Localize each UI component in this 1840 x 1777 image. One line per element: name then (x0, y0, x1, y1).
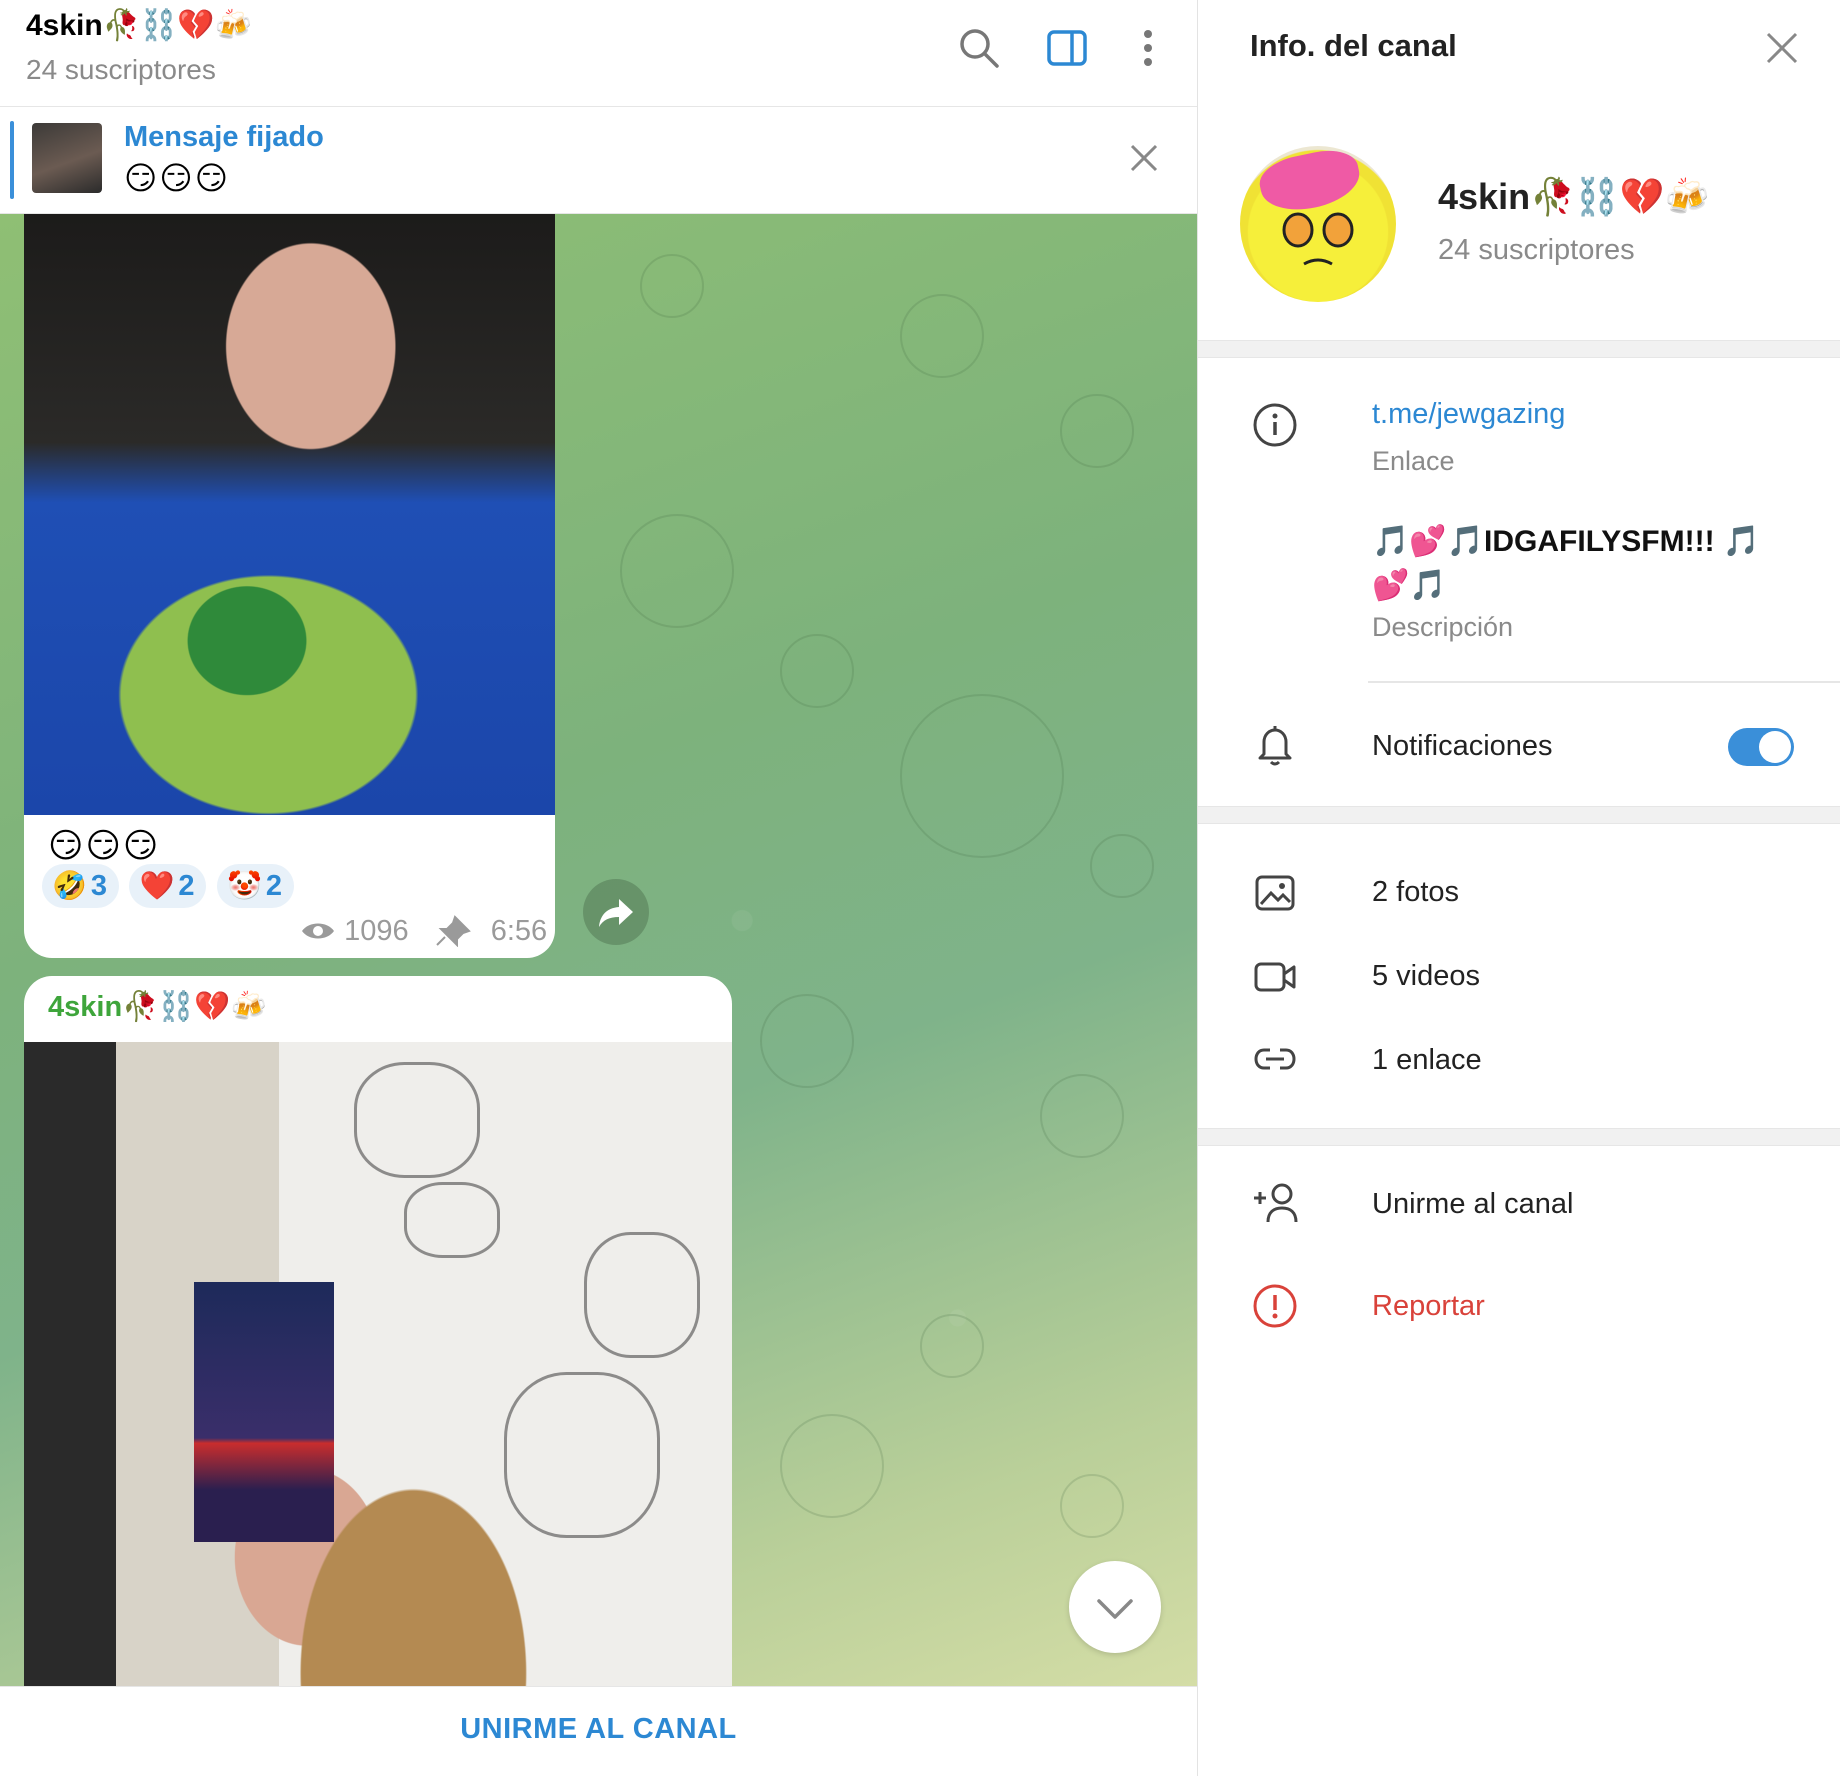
report-item[interactable]: Reportar (1372, 1290, 1485, 1323)
pinned-thumbnail (32, 123, 102, 193)
more-vertical-icon[interactable] (1124, 24, 1172, 72)
chevron-down-icon (1097, 1599, 1133, 1619)
section-separator (1198, 806, 1840, 824)
message-author[interactable]: 4skin🥀⛓️💔🍻 (48, 990, 267, 1024)
add-user-icon (1254, 1183, 1298, 1223)
description-label: Descripción (1372, 612, 1514, 642)
channel-info-panel: Info. del canal 4skin🥀⛓️💔🍻 24 suscriptor… (1198, 0, 1840, 1776)
chat-title[interactable]: 4skin🥀⛓️💔🍻 (26, 8, 252, 43)
channel-description: 🎵💕🎵IDGAFILYSFM!!! 🎵💕🎵 (1372, 525, 1761, 602)
channel-subscribers: 24 suscriptores (1438, 234, 1635, 266)
media-videos[interactable]: 5 videos (1372, 960, 1480, 993)
chat-area: 4skin🥀⛓️💔🍻 24 suscriptores Mensaje fijad… (0, 0, 1197, 1777)
message-photo[interactable] (24, 1042, 732, 1686)
join-channel-button[interactable]: UNIRME AL CANAL (0, 1713, 1197, 1746)
media-links[interactable]: 1 enlace (1372, 1044, 1482, 1077)
join-channel-bar: UNIRME AL CANAL (0, 1686, 1197, 1777)
section-separator (1198, 1128, 1840, 1146)
reaction-count: 3 (90, 870, 108, 902)
channel-avatar[interactable] (1240, 146, 1396, 302)
message-bubble[interactable]: 😏😏😏 🤣 3 ❤️ 2 🤡 2 1096 6:56 (24, 214, 555, 958)
message-meta: 1096 6:56 (300, 914, 547, 948)
reaction-clown[interactable]: 🤡 2 (216, 864, 294, 908)
link-icon (1254, 1048, 1296, 1070)
reactions-row: 🤣 3 ❤️ 2 🤡 2 (42, 864, 300, 908)
media-photos[interactable]: 2 fotos (1372, 876, 1459, 909)
chat-header: 4skin🥀⛓️💔🍻 24 suscriptores (0, 0, 1197, 107)
notifications-label: Notificaciones (1372, 730, 1553, 762)
close-pinned-icon[interactable] (1124, 138, 1164, 178)
avatar-face (1282, 212, 1354, 266)
join-channel-item[interactable]: Unirme al canal (1372, 1188, 1573, 1221)
reaction-emoji: ❤️ (139, 870, 175, 901)
pinned-message-bar[interactable]: Mensaje fijado 😏😏😏 (0, 107, 1197, 214)
toggle-knob (1759, 731, 1791, 763)
scroll-down-button[interactable] (1069, 1561, 1161, 1653)
reaction-emoji: 🤡 (226, 870, 262, 901)
pin-icon (435, 915, 471, 948)
notifications-toggle[interactable] (1728, 728, 1794, 766)
chat-subtitle: 24 suscriptores (26, 54, 216, 85)
reaction-count: 2 (265, 870, 282, 902)
forward-icon (599, 899, 633, 927)
search-icon[interactable] (955, 24, 1003, 72)
reaction-count: 2 (178, 870, 195, 902)
report-icon (1253, 1284, 1297, 1328)
row-separator (1368, 681, 1840, 683)
eye-icon (302, 923, 334, 939)
photo-icon (1255, 875, 1295, 911)
section-separator (1198, 340, 1840, 358)
panel-title: Info. del canal (1250, 28, 1457, 63)
message-video-thumbnail[interactable] (24, 214, 555, 815)
info-icon (1253, 403, 1297, 447)
sidebar-toggle-icon[interactable] (1043, 24, 1091, 72)
message-bubble[interactable]: 4skin🥀⛓️💔🍻 (24, 976, 732, 1686)
message-text: 😏😏😏 (48, 827, 161, 865)
pinned-indicator (10, 121, 14, 199)
reaction-laugh[interactable]: 🤣 3 (42, 864, 120, 908)
video-icon (1254, 962, 1296, 992)
pinned-text: 😏😏😏 (124, 160, 231, 196)
link-label: Enlace (1372, 446, 1455, 476)
close-panel-icon[interactable] (1762, 28, 1802, 68)
pinned-title: Mensaje fijado (124, 121, 324, 153)
channel-name: 4skin🥀⛓️💔🍻 (1438, 176, 1710, 217)
forward-button[interactable] (583, 879, 649, 945)
wall-poster (194, 1282, 334, 1542)
reaction-emoji: 🤣 (52, 870, 87, 901)
reaction-heart[interactable]: ❤️ 2 (129, 864, 207, 908)
channel-link[interactable]: t.me/jewgazing (1372, 398, 1565, 431)
message-time: 6:56 (490, 914, 548, 947)
bell-icon (1258, 726, 1292, 766)
view-count: 1096 (344, 914, 409, 947)
